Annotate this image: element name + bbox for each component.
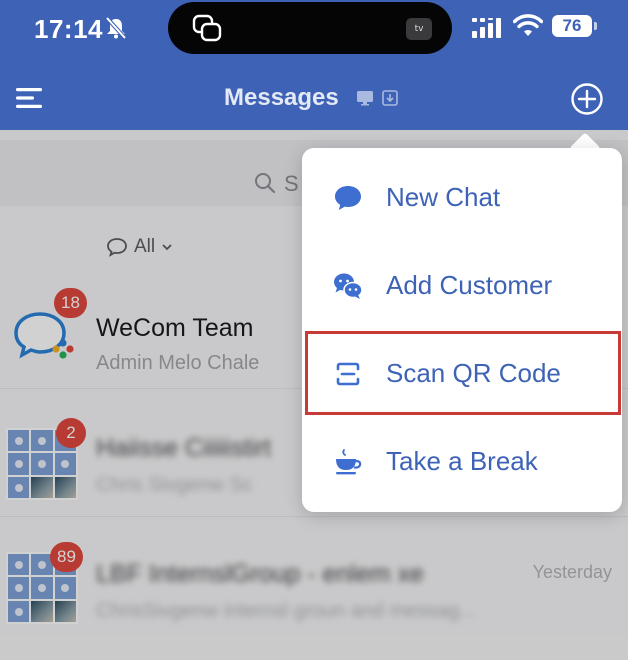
screen-mirror-icon [192, 14, 222, 42]
apple-tv-icon: tv [406, 18, 432, 40]
app-header: 17:14 tv 76 Messages [0, 0, 628, 130]
page-title: Messages [224, 84, 339, 111]
bell-muted-icon [105, 16, 127, 40]
wechat-icon [334, 273, 363, 299]
chat-bubble-icon [335, 186, 361, 210]
menu-item-add-customer[interactable]: Add Customer [302, 242, 622, 330]
add-circle-icon[interactable] [570, 82, 604, 116]
desktop-online-icon [357, 91, 373, 106]
highlight-annotation [305, 331, 621, 415]
menu-item-take-a-break[interactable]: Take a Break [302, 418, 622, 506]
nav-bar: Messages [0, 70, 628, 126]
menu-label: Take a Break [386, 446, 538, 476]
battery-indicator: 76 [552, 15, 592, 37]
coffee-cup-icon [336, 449, 362, 475]
status-bar: 17:14 tv 76 [0, 0, 628, 54]
cellular-signal-icon [472, 18, 501, 38]
add-menu-popup: New Chat Add Customer Scan QR Code Take … [302, 148, 622, 512]
menu-label: New Chat [386, 182, 501, 212]
wifi-icon [513, 14, 543, 36]
hamburger-menu-icon[interactable] [16, 86, 46, 110]
menu-item-new-chat[interactable]: New Chat [302, 154, 622, 242]
status-time: 17:14 [34, 14, 103, 44]
dynamic-island: tv [168, 2, 452, 54]
battery-tip [594, 22, 597, 30]
download-icon [382, 90, 398, 106]
menu-label: Add Customer [386, 270, 553, 300]
